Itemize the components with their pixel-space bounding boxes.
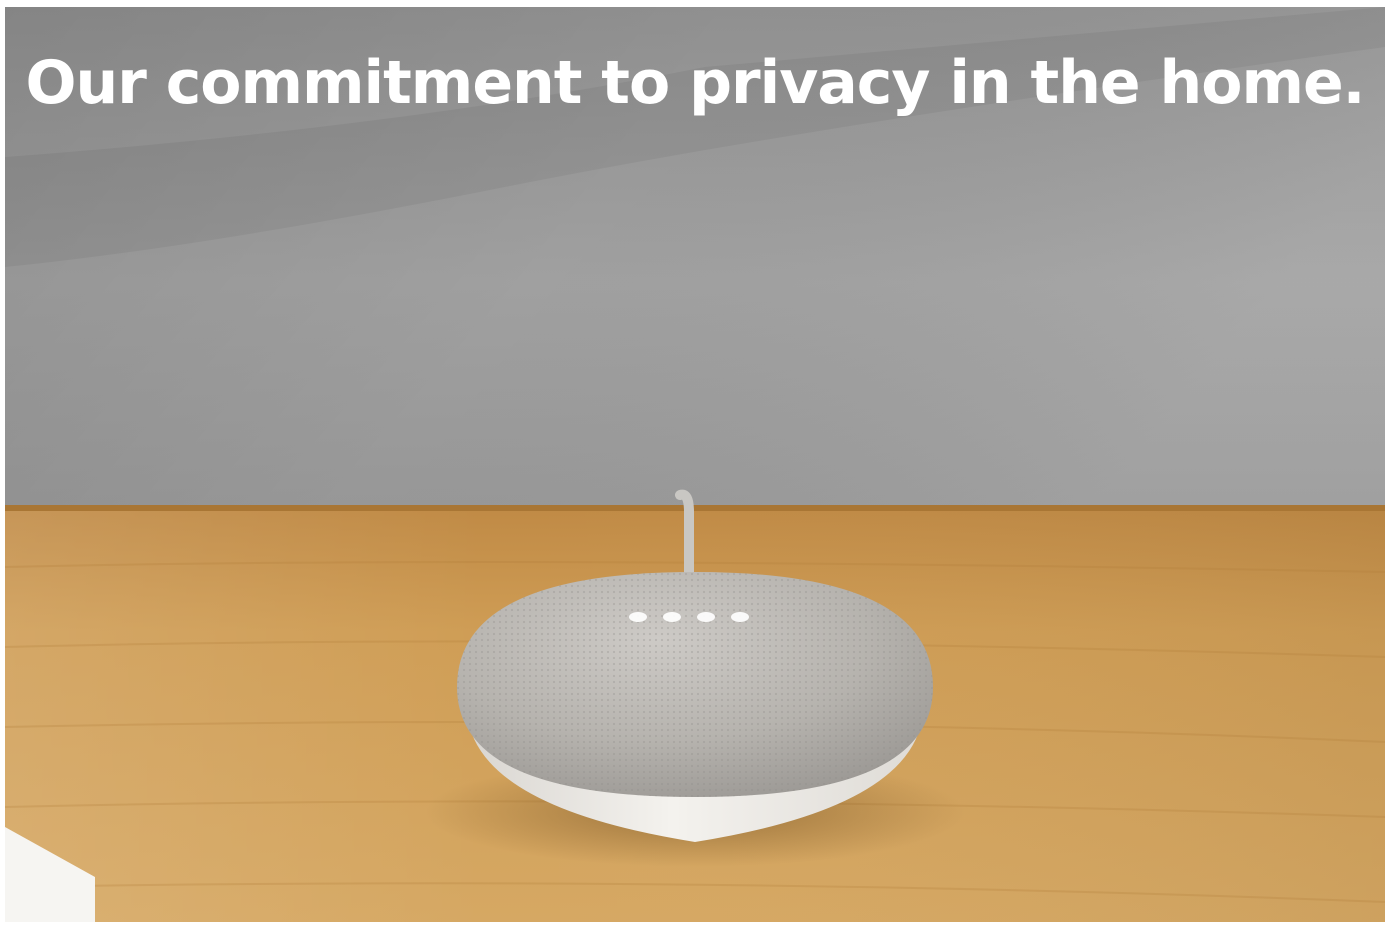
hero-banner: Our commitment to privacy in the home. xyxy=(5,7,1385,922)
indicator-light xyxy=(697,612,715,622)
indicator-light xyxy=(629,612,647,622)
indicator-light xyxy=(731,612,749,622)
hero-photo xyxy=(5,7,1385,922)
indicator-light xyxy=(663,612,681,622)
hero-headline: Our commitment to privacy in the home. xyxy=(25,48,1366,118)
smart-speaker-icon xyxy=(457,572,933,797)
